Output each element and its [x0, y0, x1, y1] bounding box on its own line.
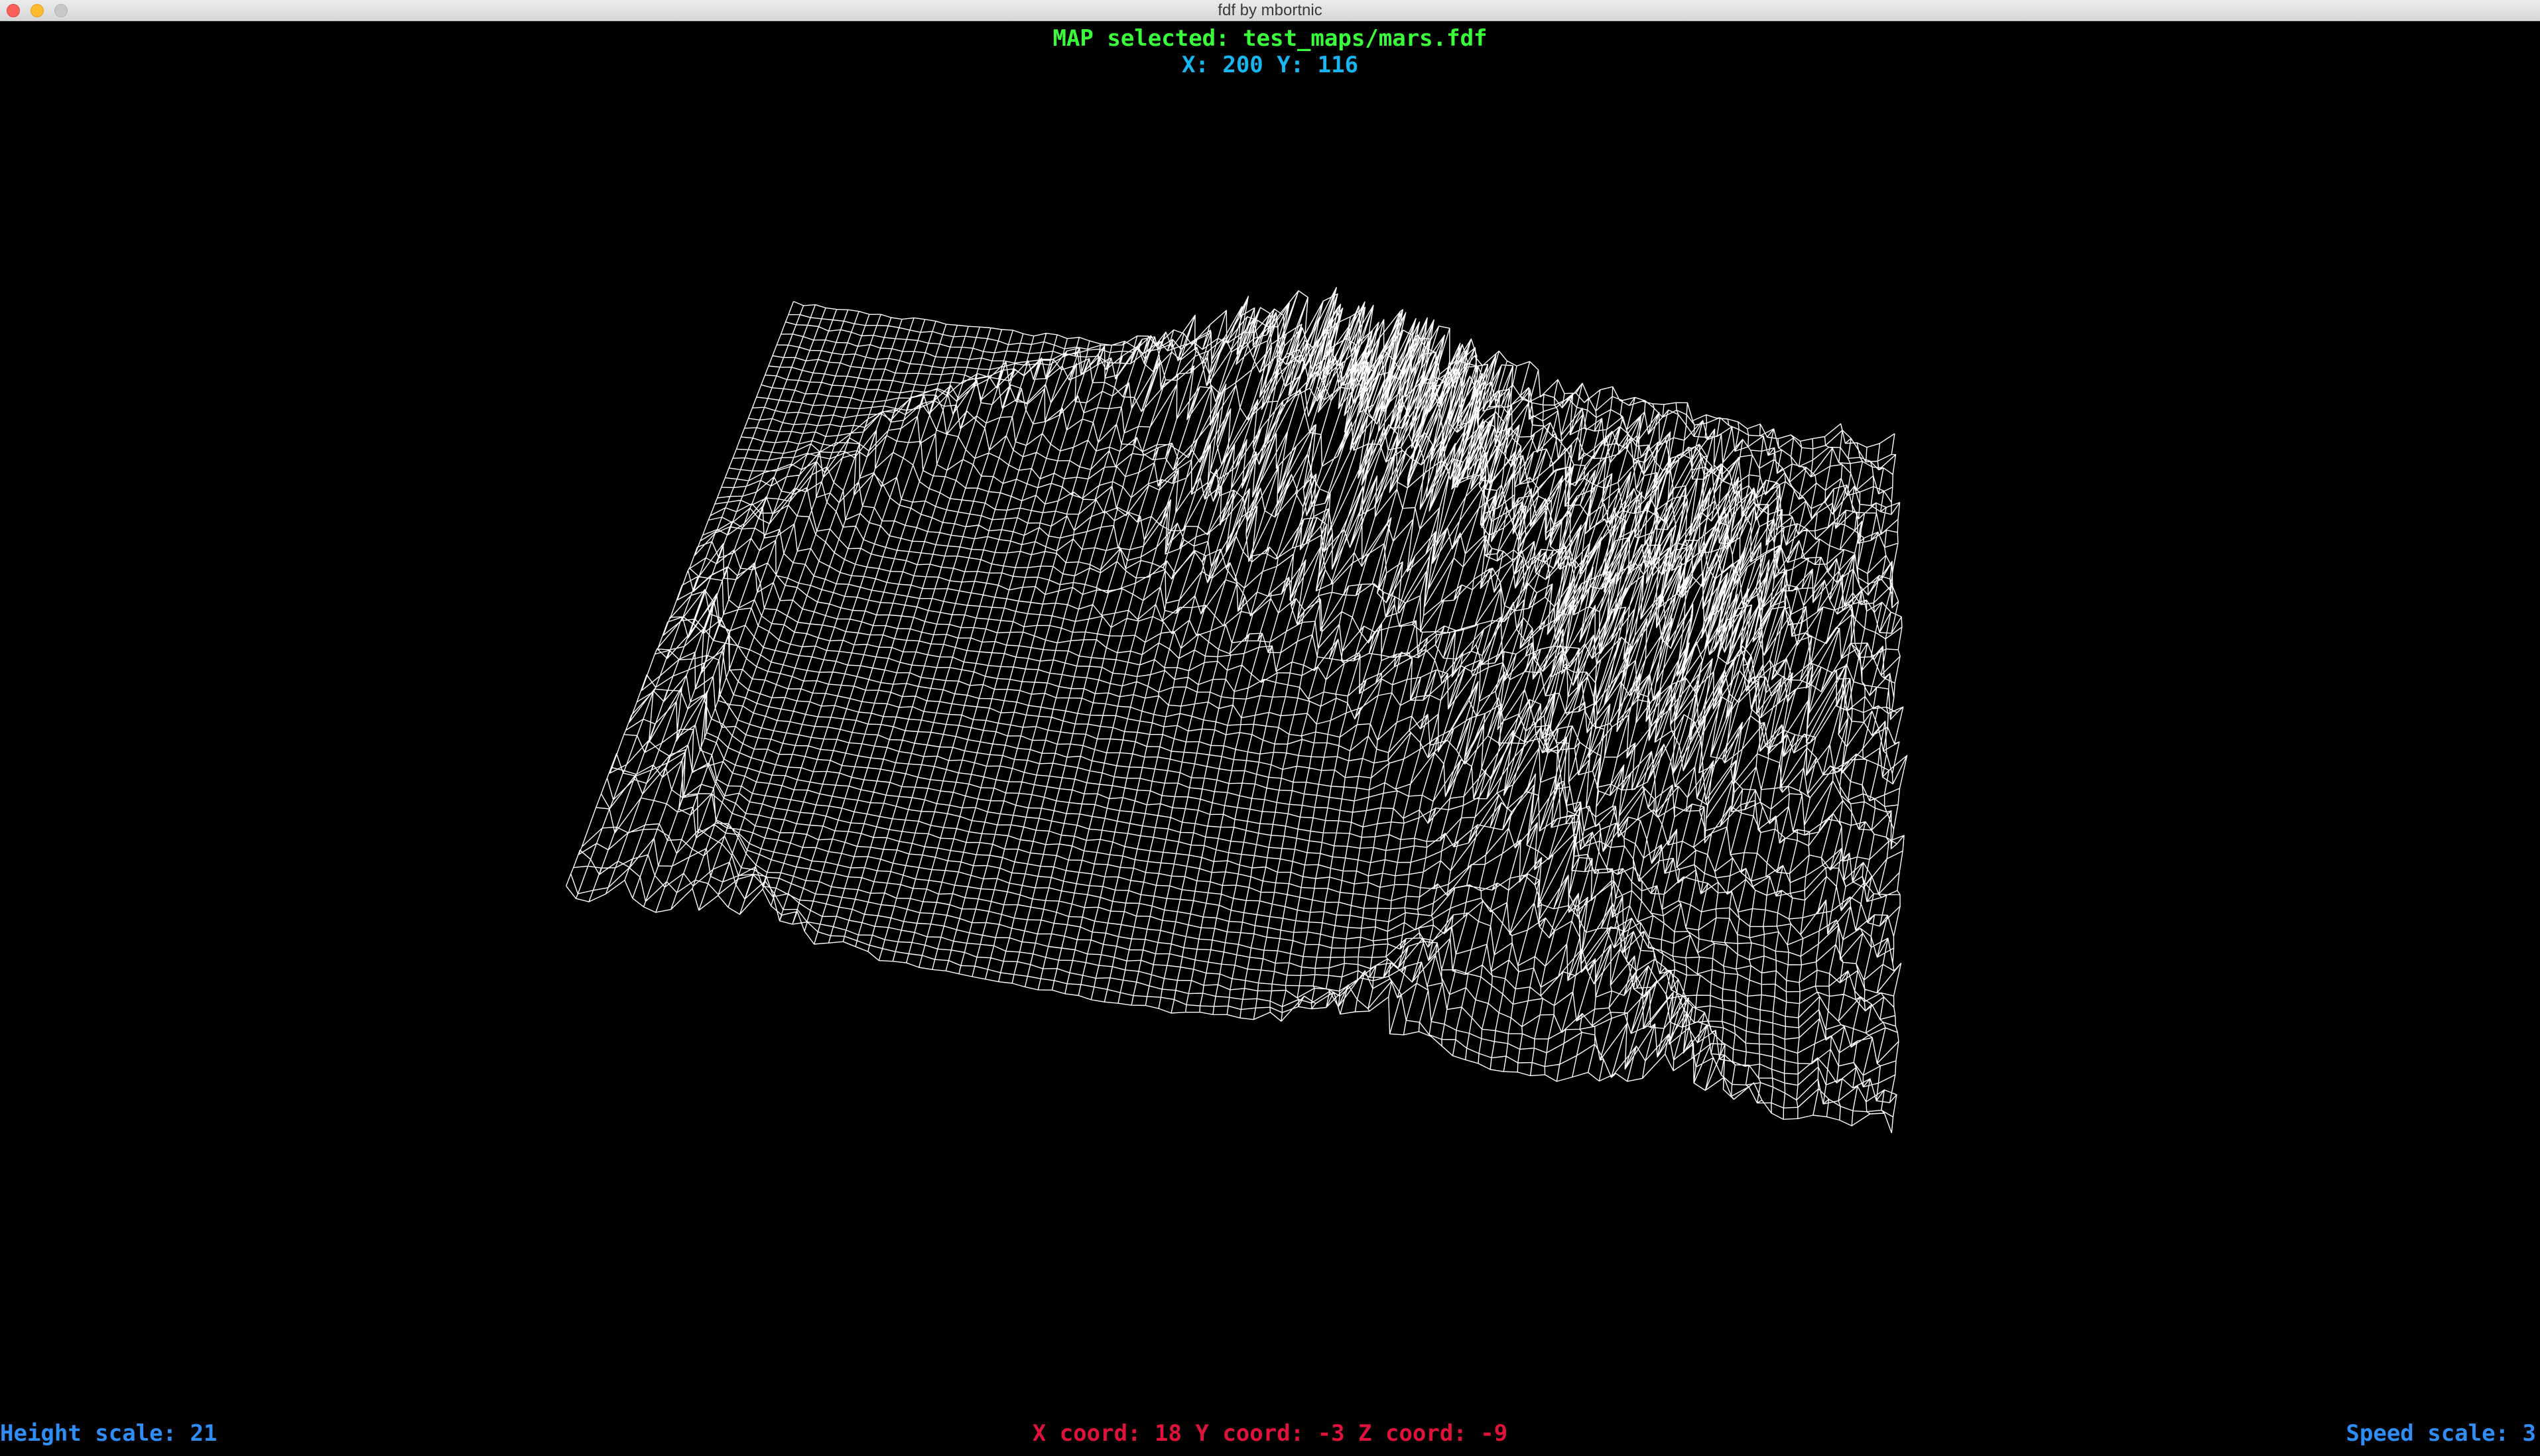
wireframe-map: [566, 286, 1908, 1134]
map-selected-label: MAP selected: test_maps/mars.fdf: [1052, 25, 1488, 52]
window-title: fdf by mbortnic: [1218, 1, 1322, 19]
render-canvas[interactable]: MAP selected: test_maps/mars.fdf X: 200 …: [0, 21, 2540, 1456]
title-bar[interactable]: fdf by mbortnic: [0, 0, 2540, 21]
coordinate-readout: X coord: 18 Y coord: -3 Z coord: -9: [1032, 1420, 1508, 1447]
map-size-readout: X: 200 Y: 116: [1181, 52, 1359, 78]
fdf-window: fdf by mbortnic MAP selected: test_maps/…: [0, 0, 2540, 1456]
terrain-mesh: [566, 286, 1908, 1134]
speed-scale-label: Speed scale: 3: [2346, 1420, 2536, 1447]
